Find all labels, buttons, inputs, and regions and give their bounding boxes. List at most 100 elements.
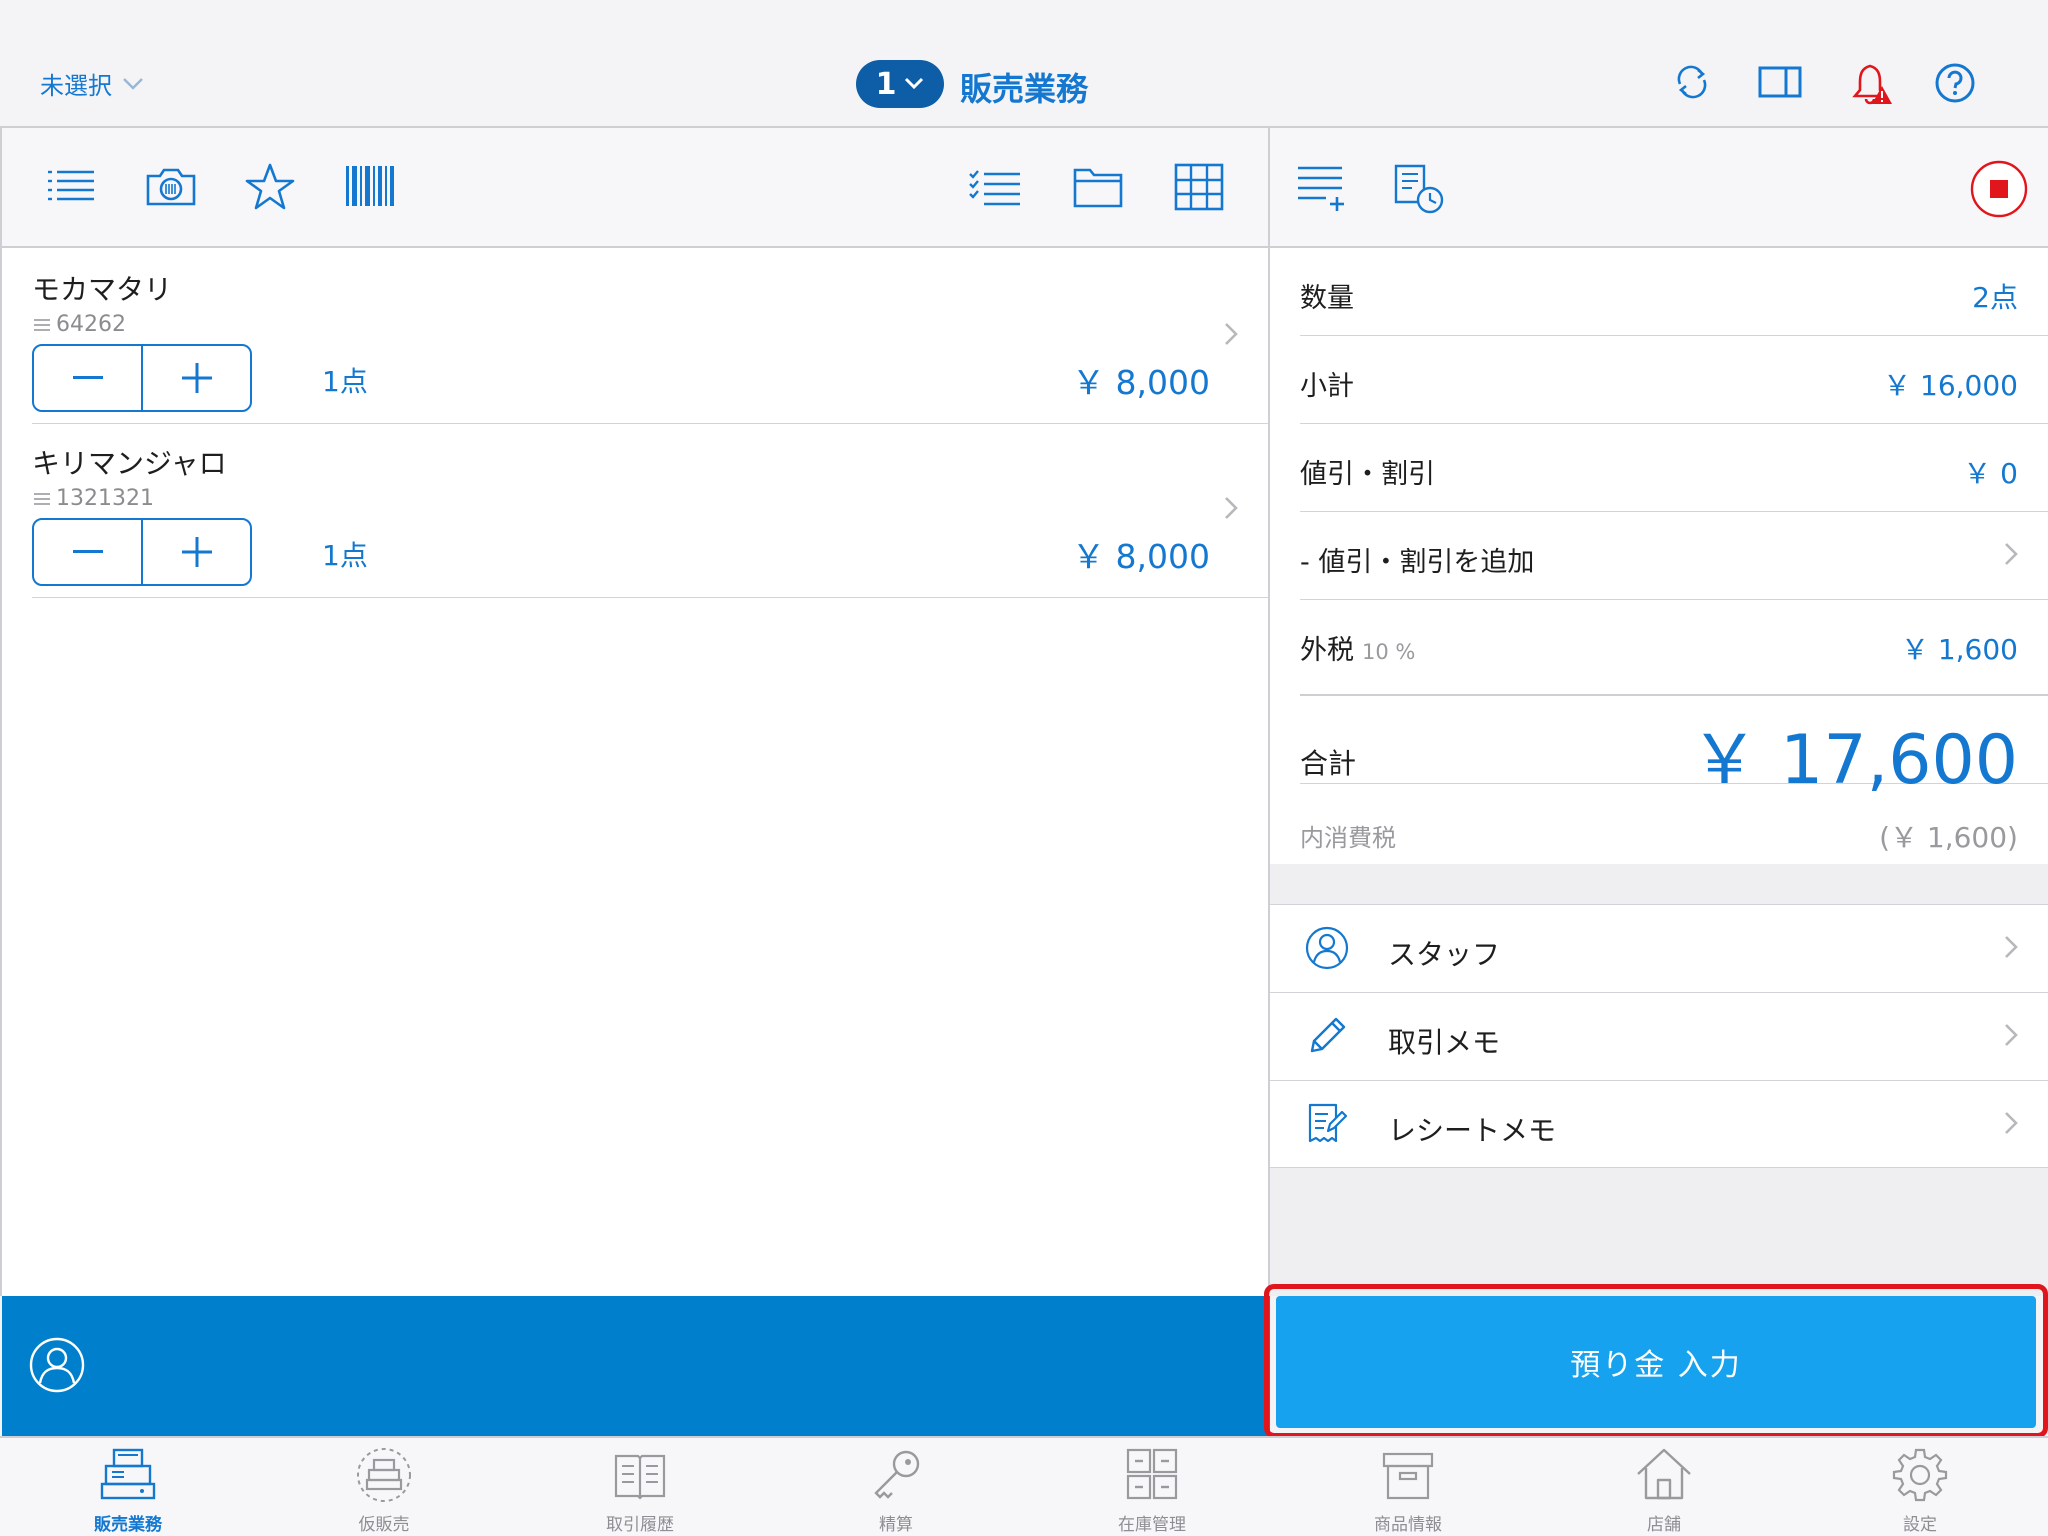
total-value: ￥ 17,600: [1690, 721, 2018, 800]
tab-inventory[interactable]: 在庫管理: [1024, 1438, 1280, 1536]
cart-item-row[interactable]: キリマンジャロ 1321321 1点 ￥ 8,000: [32, 424, 1270, 598]
decrement-button[interactable]: [34, 520, 141, 584]
add-line-item-icon[interactable]: [1296, 162, 1346, 212]
tab-label: 店舗: [1647, 1515, 1681, 1535]
total-label: 合計: [1300, 747, 1357, 780]
item-code-value: 64262: [56, 312, 126, 337]
sync-icon[interactable]: [1672, 62, 1712, 102]
grid-view-icon[interactable]: [1174, 162, 1224, 212]
store-icon: [1637, 1448, 1691, 1500]
item-code: 1321321: [32, 486, 154, 511]
checklist-icon[interactable]: [968, 162, 1022, 212]
quantity-stepper: [32, 344, 252, 412]
subtotal-label: 小計: [1300, 371, 1354, 402]
included-tax-value: (￥ 1,600): [1879, 821, 2018, 854]
quantity-row: 数量 2点: [1300, 248, 2048, 336]
quantity-value: 2点: [1972, 281, 2018, 314]
barcode-icon[interactable]: [344, 162, 396, 212]
item-price: ￥ 8,000: [1072, 363, 1210, 402]
plus-icon: [181, 363, 212, 393]
bottom-tab-bar: 販売業務 仮販売 取引履歴 精算 在庫管理 商品情報 店舗 設定: [0, 1436, 2048, 1536]
tab-settings[interactable]: 設定: [1792, 1438, 2048, 1536]
notification-bell-icon[interactable]: [1850, 62, 1894, 108]
page-title: 販売業務: [960, 70, 1089, 108]
tab-store[interactable]: 店舗: [1536, 1438, 1792, 1536]
item-quantity: 1点: [322, 365, 368, 398]
increment-button[interactable]: [143, 520, 250, 584]
customer-bar: [2, 1296, 1270, 1436]
top-bar: 未選択 1 販売業務: [0, 0, 2048, 128]
register-selector[interactable]: 1: [856, 60, 944, 108]
code-lines-icon: [34, 492, 50, 505]
receipt-memo-row[interactable]: レシートメモ: [1270, 1081, 2048, 1169]
tax-value: ￥ 1,600: [1900, 633, 2018, 666]
box-icon: [1382, 1452, 1434, 1500]
chevron-right-icon: [2004, 542, 2018, 566]
help-icon[interactable]: [1934, 62, 1976, 104]
tab-temporary-sale[interactable]: 仮販売: [256, 1438, 512, 1536]
tab-label: 仮販売: [358, 1515, 410, 1535]
history-document-icon[interactable]: [1392, 162, 1446, 216]
minus-icon: [72, 376, 103, 379]
register-number: 1: [875, 66, 897, 102]
favorites-star-icon[interactable]: [244, 162, 296, 212]
store-selector-label: 未選択: [40, 72, 112, 100]
pencil-icon: [1304, 1013, 1350, 1059]
receipt-edit-icon: [1304, 1101, 1350, 1147]
tab-transaction-history[interactable]: 取引履歴: [512, 1438, 768, 1536]
subtotal-row: 小計 ￥ 16,000: [1300, 336, 2048, 424]
transaction-memo-row[interactable]: 取引メモ: [1270, 993, 2048, 1081]
code-lines-icon: [34, 318, 50, 331]
quantity-label: 数量: [1300, 283, 1354, 314]
cart-item-row[interactable]: モカマタリ 64262 1点 ￥ 8,000: [32, 250, 1270, 424]
book-icon: [614, 1454, 666, 1500]
staff-icon: [1304, 925, 1350, 971]
register-icon: [100, 1448, 156, 1500]
staff-row[interactable]: スタッフ: [1270, 905, 2048, 993]
tab-label: 在庫管理: [1118, 1515, 1186, 1535]
decrement-button[interactable]: [34, 346, 141, 410]
tab-label: 取引履歴: [606, 1515, 674, 1535]
gear-icon: [1892, 1448, 1948, 1502]
stop-recording-icon[interactable]: [1970, 160, 2028, 218]
add-discount-label: - 値引・割引を追加: [1300, 547, 1535, 578]
tab-product-info[interactable]: 商品情報: [1280, 1438, 1536, 1536]
receipt-memo-label: レシートメモ: [1388, 1114, 1557, 1147]
discount-label: 値引・割引: [1300, 459, 1435, 490]
product-toolbar: [2, 128, 1270, 248]
item-name: キリマンジャロ: [32, 447, 227, 480]
chevron-right-icon: [2004, 935, 2018, 959]
tax-label-group: 外税 10 %: [1300, 628, 1415, 667]
deposit-input-button[interactable]: 預り金 入力: [1276, 1296, 2036, 1428]
product-list-icon[interactable]: [46, 162, 96, 212]
chevron-right-icon: [2004, 1023, 2018, 1047]
tax-label: 外税: [1300, 635, 1354, 666]
cabinet-icon: [1126, 1448, 1178, 1500]
item-price: ￥ 8,000: [1072, 537, 1210, 576]
store-selector[interactable]: 未選択: [40, 66, 144, 101]
cart-panel: モカマタリ 64262 1点 ￥ 8,000 キリマンジャロ 1321321 1…: [0, 128, 1270, 1436]
transaction-toolbar: [1270, 128, 2048, 248]
plus-icon: [181, 537, 212, 567]
customer-avatar-icon[interactable]: [28, 1336, 86, 1394]
tax-row: 外税 10 % ￥ 1,600: [1300, 600, 2048, 688]
transaction-memo-label: 取引メモ: [1388, 1026, 1501, 1059]
tab-sales[interactable]: 販売業務: [0, 1438, 256, 1536]
folder-icon[interactable]: [1072, 162, 1124, 212]
chevron-down-icon: [123, 77, 143, 90]
increment-button[interactable]: [143, 346, 250, 410]
split-view-icon[interactable]: [1758, 62, 1802, 102]
discount-row: 値引・割引 ￥ 0: [1300, 424, 2048, 512]
tab-label: 商品情報: [1374, 1515, 1442, 1535]
tab-settlement[interactable]: 精算: [768, 1438, 1024, 1536]
tab-label: 設定: [1903, 1515, 1937, 1535]
minus-icon: [72, 550, 103, 553]
camera-scan-icon[interactable]: [144, 162, 198, 212]
tab-label: 精算: [879, 1515, 913, 1535]
discount-value: ￥ 0: [1963, 457, 2018, 490]
included-tax-label: 内消費税: [1300, 824, 1396, 852]
total-row: 合計 ￥ 17,600: [1300, 694, 2048, 800]
chevron-right-icon: [1224, 496, 1238, 520]
item-quantity: 1点: [322, 539, 368, 572]
add-discount-row[interactable]: - 値引・割引を追加: [1300, 512, 2048, 600]
